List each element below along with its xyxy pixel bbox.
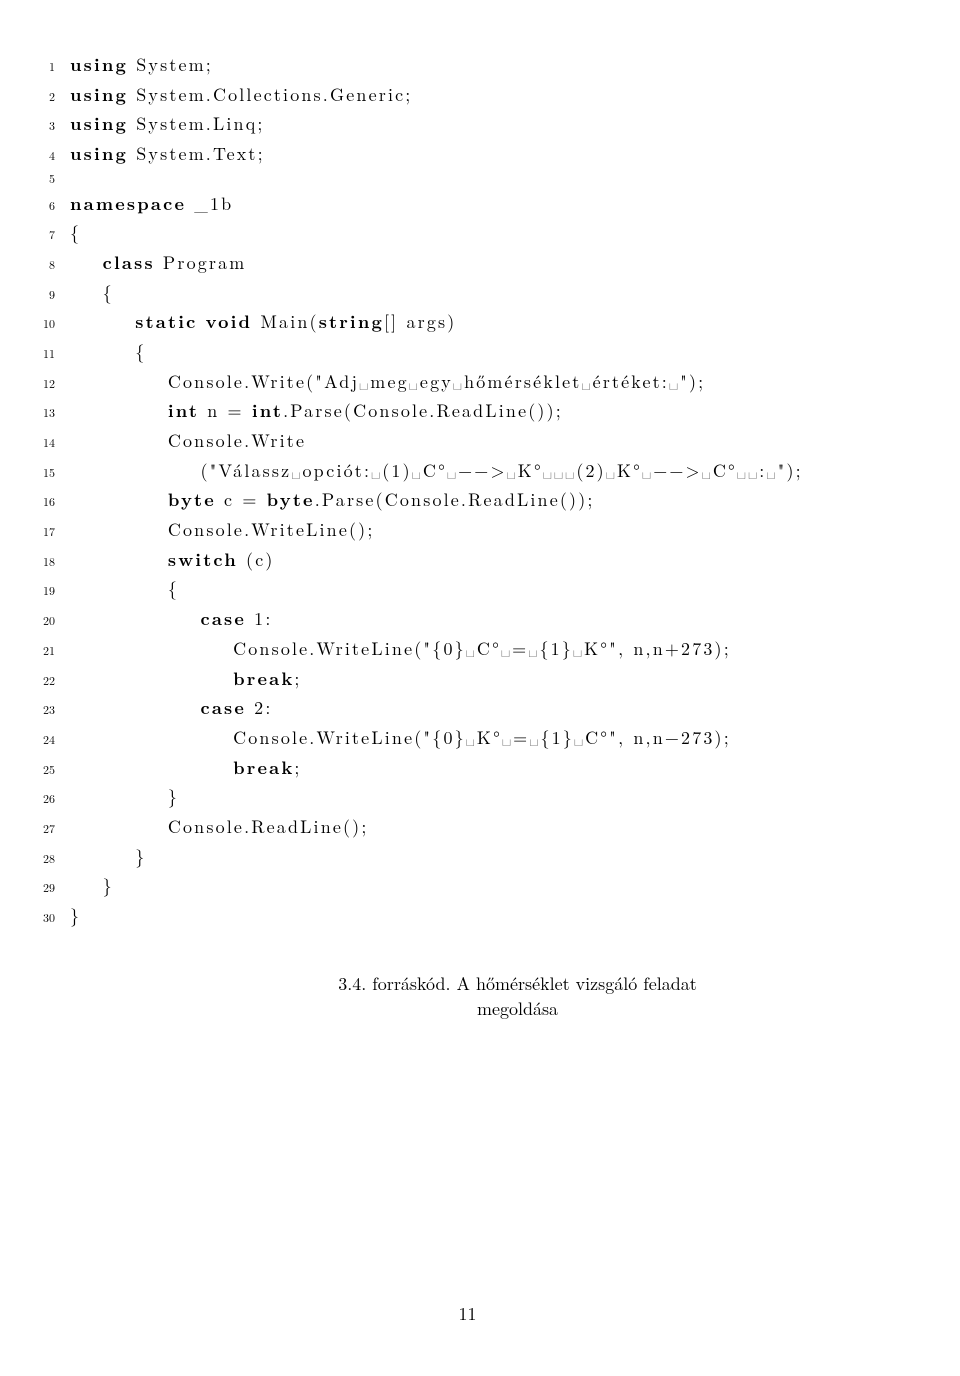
code-content: { [70,574,179,604]
line-number: 19 [25,581,70,601]
code-line: 11 { [25,337,910,367]
code-line: 22 break; [25,664,910,694]
line-number: 1 [25,57,70,77]
code-content: ("Válassz␣opciót:␣(1)␣C°␣−−>␣K°␣␣␣(2)␣K°… [70,456,803,486]
line-number: 24 [25,730,70,750]
code-line: 27 Console.ReadLine(); [25,812,910,842]
line-number: 22 [25,671,70,691]
code-line: 7{ [25,218,910,248]
code-line: 19 { [25,574,910,604]
code-content: using System.Text; [70,139,265,169]
code-line: 28 } [25,842,910,872]
code-content: Console.ReadLine(); [70,812,369,842]
code-line: 10 static void Main(string[] args) [25,307,910,337]
code-content: break; [70,753,302,783]
code-line: 18 switch (c) [25,545,910,575]
code-content: static void Main(string[] args) [70,307,456,337]
page-number: 11 [25,1301,910,1326]
code-line: 3using System.Linq; [25,109,910,139]
code-content: using System; [70,50,213,80]
line-number: 27 [25,819,70,839]
code-content: { [70,218,81,248]
code-content: using System.Linq; [70,109,265,139]
code-content: Console.Write [70,426,306,456]
code-content: class Program [70,248,246,278]
line-number: 25 [25,760,70,780]
code-content: int n = int.Parse(Console.ReadLine()); [70,396,563,426]
code-content: } [70,871,114,901]
code-content: } [70,782,179,812]
code-line: 26 } [25,782,910,812]
code-content: { [70,337,146,367]
code-line: 6namespace _1b [25,189,910,219]
line-number: 14 [25,433,70,453]
line-number: 8 [25,255,70,275]
code-content: namespace _1b [70,189,233,219]
code-content: Console.WriteLine("{0}␣C°␣=␣{1}␣K°", n,n… [70,634,731,664]
code-line: 23 case 2: [25,693,910,723]
line-number: 15 [25,463,70,483]
code-line: 4using System.Text; [25,139,910,169]
line-number: 20 [25,611,70,631]
code-content: } [70,901,81,931]
code-line: 12 Console.Write("Adj␣meg␣egy␣hőmérsékle… [25,367,910,397]
code-content: using System.Collections.Generic; [70,80,412,110]
code-line: 15 ("Válassz␣opciót:␣(1)␣C°␣−−>␣K°␣␣␣(2)… [25,456,910,486]
code-line: 29 } [25,871,910,901]
code-line: 20 case 1: [25,604,910,634]
code-content: case 2: [70,693,273,723]
line-number: 30 [25,908,70,928]
code-content: break; [70,664,302,694]
line-number: 6 [25,196,70,216]
line-number: 3 [25,116,70,136]
line-number: 23 [25,700,70,720]
code-content: } [70,842,146,872]
code-line: 17 Console.WriteLine(); [25,515,910,545]
line-number: 10 [25,314,70,334]
line-number: 13 [25,403,70,423]
line-number: 11 [25,344,70,364]
line-number: 5 [25,169,70,189]
code-content: case 1: [70,604,273,634]
code-content: Console.Write("Adj␣meg␣egy␣hőmérséklet␣é… [70,367,705,397]
code-content: Console.WriteLine("{0}␣K°␣=␣{1}␣C°", n,n… [70,723,731,753]
code-line: 14 Console.Write [25,426,910,456]
code-line: 13 int n = int.Parse(Console.ReadLine())… [25,396,910,426]
line-number: 16 [25,492,70,512]
code-line: 1using System; [25,50,910,80]
code-line: 30} [25,901,910,931]
code-line: 25 break; [25,753,910,783]
listing-caption: 3.4. forráskód. A hőmérséklet vizsgáló f… [305,971,730,1021]
code-line: 2using System.Collections.Generic; [25,80,910,110]
code-line: 5 [25,169,910,189]
code-listing: 1using System;2using System.Collections.… [25,50,910,931]
code-line: 16 byte c = byte.Parse(Console.ReadLine(… [25,485,910,515]
line-number: 21 [25,641,70,661]
line-number: 29 [25,878,70,898]
line-number: 9 [25,285,70,305]
line-number: 2 [25,87,70,107]
code-line: 8 class Program [25,248,910,278]
line-number: 4 [25,146,70,166]
code-line: 9 { [25,278,910,308]
code-line: 24 Console.WriteLine("{0}␣K°␣=␣{1}␣C°", … [25,723,910,753]
line-number: 7 [25,225,70,245]
line-number: 18 [25,552,70,572]
code-content: byte c = byte.Parse(Console.ReadLine()); [70,485,595,515]
code-content: Console.WriteLine(); [70,515,374,545]
code-content: switch (c) [70,545,275,575]
code-line: 21 Console.WriteLine("{0}␣C°␣=␣{1}␣K°", … [25,634,910,664]
line-number: 17 [25,522,70,542]
line-number: 12 [25,374,70,394]
line-number: 26 [25,789,70,809]
line-number: 28 [25,849,70,869]
code-content: { [70,278,114,308]
